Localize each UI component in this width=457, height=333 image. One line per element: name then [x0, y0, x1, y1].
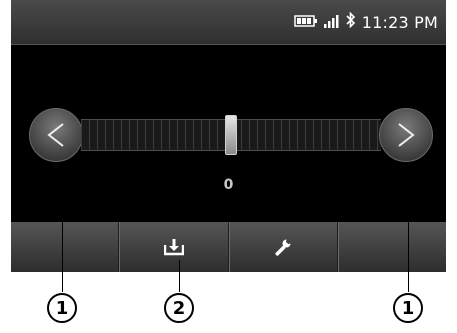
slider-area: 0 [11, 44, 446, 222]
callout-line-1 [62, 162, 63, 292]
chevron-left-icon [47, 123, 64, 147]
toolbar-button-empty-right[interactable] [337, 222, 446, 272]
callout-marker-2: 2 [164, 293, 194, 323]
wrench-icon [275, 239, 291, 256]
battery-icon [294, 13, 318, 32]
save-button[interactable] [119, 222, 229, 272]
increase-button[interactable] [379, 108, 433, 162]
bottom-toolbar [11, 222, 446, 272]
clock-time: 11:23 PM [361, 12, 438, 32]
status-icons: 11:23 PM [294, 0, 438, 44]
callout-marker-3: 1 [393, 293, 423, 323]
callout-line-2 [179, 260, 180, 292]
signal-icon [323, 13, 340, 32]
chevron-right-icon [398, 123, 415, 147]
decrease-button[interactable] [29, 108, 83, 162]
settings-button[interactable] [228, 222, 338, 272]
callout-line-3 [408, 162, 409, 292]
device-screen: 11:23 PM 0 [11, 0, 446, 272]
slider-thumb[interactable] [225, 115, 237, 155]
status-bar: 11:23 PM [11, 0, 446, 45]
save-icon [163, 239, 184, 256]
slider-value: 0 [223, 177, 234, 193]
toolbar-button-empty-left[interactable] [11, 222, 120, 272]
callout-marker-1: 1 [47, 293, 77, 323]
bluetooth-icon [346, 11, 356, 32]
